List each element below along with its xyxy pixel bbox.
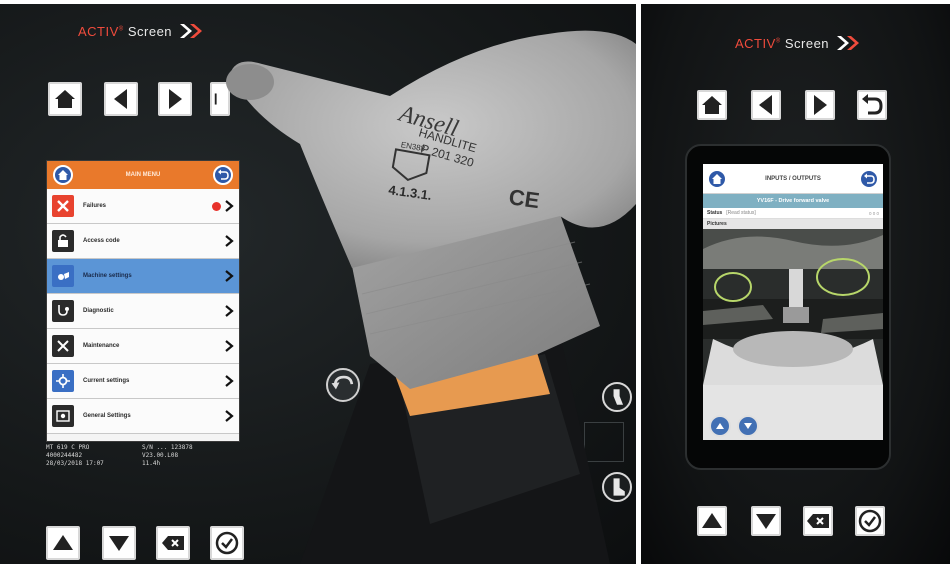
home-icon xyxy=(702,96,722,114)
activ-screen-logo: ACTIV® Screen xyxy=(735,36,863,51)
backspace-icon xyxy=(162,536,184,550)
pictures-header: Pictures xyxy=(703,219,883,229)
arrow-right-icon xyxy=(814,95,827,115)
check-circle-icon xyxy=(858,509,882,533)
up-key[interactable] xyxy=(697,506,727,536)
status-label: Status xyxy=(707,210,723,216)
status-row[interactable]: Status [Read status] 0 0 0 xyxy=(703,208,883,219)
home-key[interactable] xyxy=(697,90,727,120)
home-button[interactable] xyxy=(707,169,727,189)
left-arrow-key[interactable] xyxy=(751,90,781,120)
delete-key[interactable] xyxy=(156,526,190,560)
arrow-up-icon xyxy=(53,535,73,550)
return-icon xyxy=(864,173,875,184)
check-circle-icon xyxy=(215,531,239,555)
scroll-up-button[interactable] xyxy=(709,415,731,437)
delete-key[interactable] xyxy=(803,506,833,536)
machine-part-photo xyxy=(703,229,883,385)
confirm-key[interactable] xyxy=(210,526,244,560)
arrow-down-icon xyxy=(756,514,776,529)
screen-footer xyxy=(703,385,883,440)
arrow-up-icon xyxy=(702,513,722,528)
arrow-down-icon xyxy=(744,423,752,429)
up-key[interactable] xyxy=(46,526,80,560)
arrow-left-icon xyxy=(759,95,772,115)
return-icon xyxy=(862,94,883,115)
home-icon xyxy=(712,174,722,184)
component-subtitle-bar: YV16F - Drive forward valve xyxy=(703,194,883,208)
component-photo xyxy=(703,229,883,385)
backspace-icon xyxy=(807,514,829,528)
chevrons-logo-icon xyxy=(837,36,863,50)
arrow-up-icon xyxy=(716,423,724,429)
down-key[interactable] xyxy=(751,506,781,536)
back-key[interactable] xyxy=(857,90,887,120)
right-photo-panel: ACTIV® Screen INPUTS / OUTPUTS YV16F - D… xyxy=(641,4,950,564)
screen-title: INPUTS / OUTPUTS xyxy=(765,175,821,182)
confirm-key[interactable] xyxy=(855,506,885,536)
arrow-down-icon xyxy=(109,536,129,551)
svg-text:CE: CE xyxy=(507,184,541,213)
scroll-down-button[interactable] xyxy=(737,415,759,437)
right-arrow-key[interactable] xyxy=(805,90,835,120)
gloved-hand: Ansell HANDLITE P 201 320 EN388 4.1.3.1.… xyxy=(226,30,636,564)
io-header: INPUTS / OUTPUTS xyxy=(703,164,883,194)
right-device-screen: INPUTS / OUTPUTS YV16F - Drive forward v… xyxy=(703,164,883,440)
left-photo-panel: ACTIV® Screen MAIN MENU Failures Access c… xyxy=(0,4,636,564)
status-readout: 0 0 0 xyxy=(868,210,879,216)
down-key[interactable] xyxy=(102,526,136,560)
return-button[interactable] xyxy=(859,169,879,189)
status-value: [Read status] xyxy=(726,210,756,216)
component-subtitle: YV16F - Drive forward valve xyxy=(756,198,830,204)
pictures-label: Pictures xyxy=(707,221,727,227)
